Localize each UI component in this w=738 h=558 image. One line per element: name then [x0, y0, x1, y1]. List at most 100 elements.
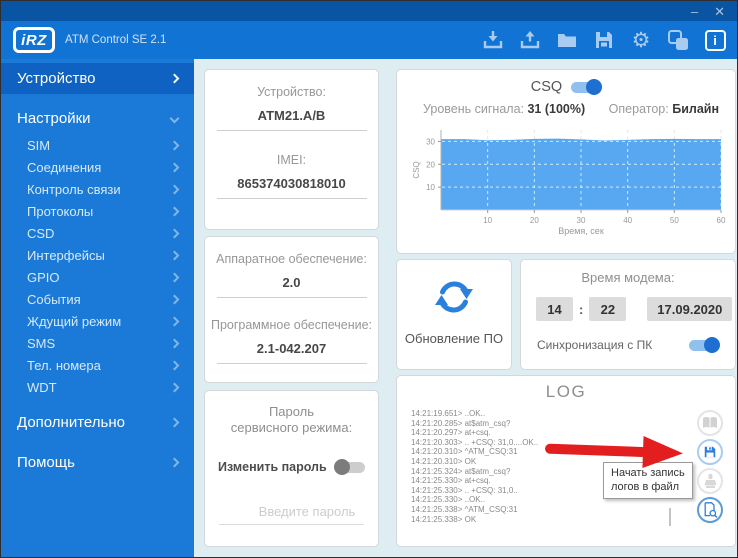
save-floppy-icon [703, 445, 717, 459]
change-password-label: Изменить пароль [218, 460, 327, 474]
log-line: 14:21:25.338> OK [411, 515, 661, 525]
time-separator: : [579, 302, 583, 317]
chevron-right-icon [170, 250, 180, 260]
pc-sync-label: Синхронизация с ПК [537, 338, 652, 352]
chevron-right-icon [170, 294, 180, 304]
chevron-down-icon [170, 114, 180, 124]
date-field[interactable]: 17.09.2020 [647, 297, 732, 321]
csq-title: CSQ [531, 79, 562, 95]
log-scrollbar[interactable] [669, 508, 671, 526]
sidebar-item-connections[interactable]: Соединения [1, 156, 194, 178]
chevron-right-icon [170, 272, 180, 282]
hardware-value: 2.0 [217, 275, 367, 298]
search-log-icon [702, 502, 718, 518]
csq-chart: 102030405060102030Время, секCSQ [409, 124, 731, 248]
log-clear-button[interactable] [697, 468, 723, 494]
close-button[interactable]: ✕ [714, 5, 725, 18]
minimize-button[interactable]: – [691, 5, 698, 18]
firmware-update-button[interactable]: Обновление ПО [396, 259, 512, 370]
sidebar-item-label: Ждущий режим [27, 314, 121, 329]
toolbar: ⚙ i [481, 28, 727, 52]
svg-text:20: 20 [426, 160, 435, 169]
sidebar-nav: Устройство Настройки SIM Соединения Контроль… [1, 59, 194, 558]
sidebar-item-phone-numbers[interactable]: Тел. номера [1, 354, 194, 376]
service-password-panel: Пароль сервисного режима: Изменить парол… [204, 390, 379, 547]
log-line: 14:21:19.651> ..OK.. [411, 409, 661, 419]
svg-text:10: 10 [426, 183, 435, 192]
language-switch-icon[interactable] [666, 28, 690, 52]
sidebar-item-label: SIM [27, 138, 50, 153]
sidebar-item-label: GPIO [27, 270, 60, 285]
chevron-right-icon [170, 162, 180, 172]
info-icon[interactable]: i [703, 28, 727, 52]
sidebar-item-events[interactable]: События [1, 288, 194, 310]
sidebar-item-label: CSD [27, 226, 54, 241]
sidebar-item-link-control[interactable]: Контроль связи [1, 178, 194, 200]
sidebar-item-wdt[interactable]: WDT [1, 376, 194, 398]
book-icon [702, 416, 718, 430]
sidebar-item-sms[interactable]: SMS [1, 332, 194, 354]
sidebar-item-settings[interactable]: Настройки [1, 103, 194, 134]
chevron-right-icon [170, 338, 180, 348]
log-line: 14:21:20.285> at$atm_csq? [411, 419, 661, 429]
settings-gear-icon[interactable]: ⚙ [629, 28, 653, 52]
password-panel-title: Пароль сервисного режима: [205, 404, 378, 436]
svg-text:40: 40 [623, 216, 632, 225]
sidebar-item-label: SMS [27, 336, 55, 351]
main-content: Устройство: ATM21.A/B IMEI: 865374030818… [194, 59, 738, 558]
hours-field[interactable]: 14 [536, 297, 573, 321]
upload-icon[interactable] [518, 28, 542, 52]
csq-toggle[interactable] [571, 82, 601, 93]
save-icon[interactable] [592, 28, 616, 52]
software-label: Программное обеспечение: [205, 318, 378, 332]
sidebar-item-label: Помощь [17, 454, 75, 471]
sidebar-item-standby-mode[interactable]: Ждущий режим [1, 310, 194, 332]
sidebar-item-label: Настройки [17, 110, 91, 127]
open-folder-icon[interactable] [555, 28, 579, 52]
log-panel: LOG 14:21:19.651> ..OK..14:21:20.285> at… [396, 375, 736, 547]
sidebar-item-label: Контроль связи [27, 182, 121, 197]
chevron-right-icon [170, 316, 180, 326]
change-password-toggle[interactable] [335, 462, 365, 473]
sidebar-item-help[interactable]: Помощь [1, 447, 194, 478]
svg-text:30: 30 [577, 216, 586, 225]
sidebar-item-csd[interactable]: CSD [1, 222, 194, 244]
imei-label: IMEI: [205, 153, 378, 167]
device-label: Устройство: [205, 85, 378, 99]
download-icon[interactable] [481, 28, 505, 52]
irz-logo: iRZ [13, 27, 55, 53]
chevron-right-icon [170, 382, 180, 392]
log-title: LOG [397, 382, 735, 402]
svg-text:10: 10 [483, 216, 492, 225]
sidebar-item-sim[interactable]: SIM [1, 134, 194, 156]
csq-panel: CSQ Уровень сигнала: 31 (100%) Оператор:… [396, 69, 736, 254]
imei-value: 865374030818010 [217, 176, 367, 199]
software-value: 2.1-042.207 [217, 341, 367, 364]
device-value: ATM21.A/B [217, 108, 367, 131]
sidebar-item-advanced[interactable]: Дополнительно [1, 407, 194, 438]
minutes-field[interactable]: 22 [589, 297, 626, 321]
firmware-update-label: Обновление ПО [397, 331, 511, 346]
device-info-panel: Устройство: ATM21.A/B IMEI: 865374030818… [204, 69, 379, 230]
password-input[interactable] [219, 504, 395, 519]
chevron-right-icon [170, 184, 180, 194]
log-record-button[interactable] [697, 439, 723, 465]
sidebar-item-device[interactable]: Устройство [1, 63, 194, 94]
sidebar-item-label: Тел. номера [27, 358, 101, 373]
header: iRZ ATM Control SE 2.1 ⚙ i [1, 21, 737, 59]
sidebar-item-label: WDT [27, 380, 57, 395]
svg-text:50: 50 [670, 216, 679, 225]
sidebar-item-label: Интерфейсы [27, 248, 105, 263]
log-read-button[interactable] [697, 410, 723, 436]
log-search-button[interactable] [697, 497, 723, 523]
operator: Оператор: Билайн [609, 102, 719, 116]
clear-brush-icon [704, 474, 717, 488]
chevron-right-icon [170, 228, 180, 238]
svg-text:Время, сек: Время, сек [558, 226, 604, 236]
sidebar-item-gpio[interactable]: GPIO [1, 266, 194, 288]
chevron-right-icon [170, 206, 180, 216]
pc-sync-toggle[interactable] [689, 340, 719, 351]
sidebar-item-interfaces[interactable]: Интерфейсы [1, 244, 194, 266]
app-body: Устройство Настройки SIM Соединения Контроль… [1, 59, 738, 558]
sidebar-item-protocols[interactable]: Протоколы [1, 200, 194, 222]
